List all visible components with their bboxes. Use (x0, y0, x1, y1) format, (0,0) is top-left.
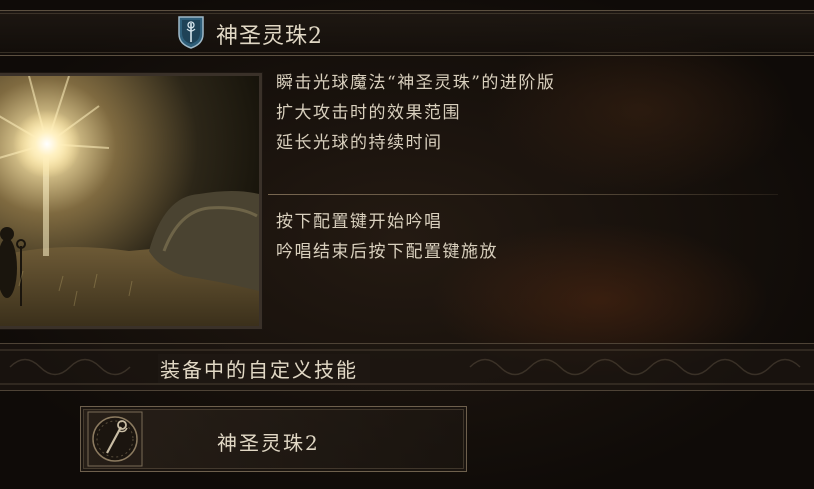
usage-instructions: 按下配置键开始吟唱 吟唱结束后按下配置键施放 (276, 207, 776, 267)
description-line: 延长光球的持续时间 (276, 133, 443, 153)
header-bar: 神圣灵珠2 (0, 10, 814, 56)
equipped-skill-slot[interactable]: 神圣灵珠2 (80, 406, 467, 472)
shield-staff-icon (178, 16, 204, 49)
staff-ring-icon (87, 411, 143, 467)
description-line: 扩大攻击时的效果范围 (276, 103, 461, 123)
ornament-pattern (0, 349, 814, 385)
header-rule-bottom (0, 52, 814, 53)
spell-description: 瞬击光球魔法“神圣灵珠”的进阶版 扩大攻击时的效果范围 延长光球的持续时间 按下… (276, 68, 776, 262)
equipped-skill-title: 装备中的自定义技能 (158, 354, 370, 383)
header-rule-top (0, 13, 814, 14)
usage-line: 吟唱结束后按下配置键施放 (276, 242, 498, 262)
description-divider (268, 194, 778, 195)
usage-line: 按下配置键开始吟唱 (276, 212, 443, 232)
spell-title: 神圣灵珠2 (216, 24, 323, 49)
spell-preview-image (0, 73, 262, 329)
equipped-skill-label: 神圣灵珠2 (217, 431, 320, 455)
description-line: 瞬击光球魔法“神圣灵珠”的进阶版 (276, 73, 556, 93)
equipped-skill-header: 装备中的自定义技能 (0, 343, 814, 391)
holy-orb-scene-image (0, 76, 259, 326)
